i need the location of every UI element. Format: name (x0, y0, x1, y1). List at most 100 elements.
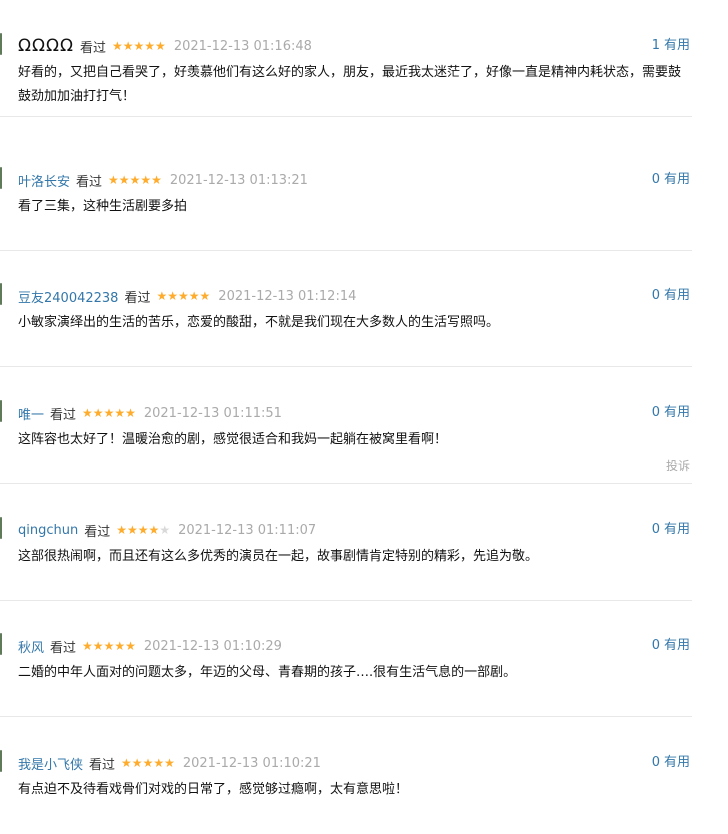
useful-vote[interactable]: 0 有用 (652, 404, 690, 422)
useful-button[interactable]: 有用 (664, 38, 690, 53)
star-icon: ★ (159, 523, 171, 537)
comment-time: 2021-12-13 01:13:21 (169, 172, 308, 188)
avatar-edge (0, 517, 2, 539)
star-icon: ★ (151, 173, 162, 187)
comment-time: 2021-12-13 01:10:21 (182, 755, 321, 771)
comment-time: 2021-12-13 01:11:07 (178, 522, 317, 538)
comment-text: 看了三集，这种生活剧要多拍 (18, 199, 188, 214)
star-icon: ★ (82, 639, 93, 653)
star-icon: ★ (164, 756, 175, 770)
rating-stars: ★ ★ ★ ★ ★ (121, 757, 175, 769)
star-icon: ★ (199, 289, 211, 303)
star-icon: ★ (167, 289, 178, 303)
star-icon: ★ (142, 756, 154, 770)
useful-button[interactable]: 有用 (664, 288, 690, 303)
comment-meta: 叶洛长安 看过 ★ ★ ★ ★ ★ 2021-12-13 01:13:21 (18, 171, 308, 190)
avatar-edge (0, 167, 2, 189)
rating-stars: ★ ★ ★ ★ ★ (108, 174, 162, 186)
watch-status: 看过 (124, 290, 151, 306)
useful-button[interactable]: 有用 (664, 522, 690, 537)
star-icon: ★ (125, 406, 136, 420)
username-link[interactable]: qingchun (18, 523, 78, 538)
vote-count: 0 (651, 288, 660, 303)
vote-count: 0 (651, 522, 660, 537)
useful-vote[interactable]: 0 有用 (652, 171, 690, 189)
watch-status: 看过 (79, 40, 106, 56)
star-icon: ★ (144, 39, 156, 53)
star-icon: ★ (188, 289, 200, 303)
avatar-edge (0, 283, 2, 305)
rating-stars: ★ ★ ★ ★ ★ (82, 407, 136, 419)
vote-count: 1 (651, 38, 660, 53)
star-icon: ★ (127, 523, 138, 537)
comment-text: 有点迫不及待看戏骨们对戏的日常了，感觉够过瘾啊，太有意思啦！ (18, 782, 409, 797)
star-icon: ★ (155, 39, 166, 53)
star-icon: ★ (148, 523, 160, 537)
comment-meta: 我是小飞侠 看过 ★ ★ ★ ★ ★ 2021-12-13 01:10:21 (18, 754, 321, 773)
comment-item: ΩΩΩΩ 看过 ★ ★ ★ ★ ★ 2021-12-13 01:16:48 1 有用 好看的，又把自… (0, 0, 692, 117)
comment-item: 豆友240042238 看过 ★ ★ ★ ★ ★ 2021-12-13 01:12:14 0 有用… (0, 250, 692, 367)
useful-button[interactable]: 有用 (664, 638, 690, 653)
star-icon: ★ (153, 756, 165, 770)
username-link[interactable]: 叶洛长安 (18, 171, 70, 190)
comment-item: 我是小飞侠 看过 ★ ★ ★ ★ ★ 2021-12-13 01:10:21 0 有用 有点迫不及待… (0, 717, 692, 834)
watch-status: 看过 (50, 407, 77, 423)
comment-meta: 豆友240042238 看过 ★ ★ ★ ★ ★ 2021-12-13 01:12:14 (18, 287, 356, 306)
star-icon: ★ (103, 406, 115, 420)
useful-vote[interactable]: 0 有用 (652, 521, 690, 539)
avatar-edge (0, 750, 2, 772)
useful-button[interactable]: 有用 (664, 755, 690, 770)
star-icon: ★ (92, 639, 104, 653)
rating-stars: ★ ★ ★ ★ ★ (112, 40, 166, 52)
useful-button[interactable]: 有用 (664, 172, 690, 187)
watch-status: 看过 (89, 757, 116, 773)
username-link[interactable]: ΩΩΩΩ (18, 36, 74, 56)
username-link[interactable]: 豆友240042238 (18, 287, 118, 306)
star-icon: ★ (125, 639, 136, 653)
avatar-edge (0, 633, 2, 655)
star-icon: ★ (92, 406, 104, 420)
username-link[interactable]: 唯一 (18, 404, 44, 423)
comment-item: 叶洛长安 看过 ★ ★ ★ ★ ★ 2021-12-13 01:13:21 0 有用 看了三集，这种… (0, 134, 692, 251)
comment-item: qingchun 看过 ★ ★ ★ ★ ★ 2021-12-13 01:11:07 0 有用 这部很… (0, 484, 692, 601)
comment-time: 2021-12-13 01:10:29 (143, 638, 282, 654)
watch-status: 看过 (50, 640, 77, 656)
username-link[interactable]: 秋风 (18, 637, 44, 656)
avatar-edge (0, 400, 2, 422)
star-icon: ★ (129, 173, 141, 187)
comment-time: 2021-12-13 01:11:51 (143, 405, 282, 421)
star-icon: ★ (121, 756, 132, 770)
comment-meta: qingchun 看过 ★ ★ ★ ★ ★ 2021-12-13 01:11:07 (18, 521, 317, 540)
comment-text: 这部很热闹啊，而且还有这么多优秀的演员在一起，故事剧情肯定特别的精彩，先追为敬。 (18, 549, 539, 564)
comment-text: 这阵容也太好了！温暖治愈的剧，感觉很适合和我妈一起躺在被窝里看啊！ (18, 432, 448, 447)
rating-stars: ★ ★ ★ ★ ★ (156, 290, 210, 302)
comment-meta: ΩΩΩΩ 看过 ★ ★ ★ ★ ★ 2021-12-13 01:16:48 (18, 36, 312, 56)
vote-count: 0 (651, 172, 660, 187)
comment-item: 秋风 看过 ★ ★ ★ ★ ★ 2021-12-13 01:10:29 0 有用 二婚的中年人面对的… (0, 600, 692, 717)
useful-vote[interactable]: 0 有用 (652, 637, 690, 655)
star-icon: ★ (82, 406, 93, 420)
username-link[interactable]: 我是小飞侠 (18, 754, 83, 773)
comment-time: 2021-12-13 01:16:48 (173, 38, 312, 54)
comment-meta: 唯一 看过 ★ ★ ★ ★ ★ 2021-12-13 01:11:51 (18, 404, 282, 423)
comment-text: 小敏家演绎出的生活的苦乐，恋爱的酸甜，不就是我们现在大多数人的生活写照吗。 (18, 315, 500, 330)
report-button[interactable]: 投诉 (666, 457, 690, 474)
star-icon: ★ (122, 39, 134, 53)
useful-button[interactable]: 有用 (664, 405, 690, 420)
watch-status: 看过 (76, 174, 103, 190)
useful-vote[interactable]: 0 有用 (652, 754, 690, 772)
star-icon: ★ (103, 639, 115, 653)
star-icon: ★ (114, 639, 126, 653)
star-icon: ★ (118, 173, 130, 187)
vote-count: 0 (651, 755, 660, 770)
star-icon: ★ (133, 39, 145, 53)
vote-count: 0 (651, 638, 660, 653)
star-icon: ★ (108, 173, 119, 187)
useful-vote[interactable]: 1 有用 (652, 37, 690, 55)
rating-stars: ★ ★ ★ ★ ★ (116, 524, 170, 536)
star-icon: ★ (131, 756, 143, 770)
star-icon: ★ (140, 173, 152, 187)
rating-stars: ★ ★ ★ ★ ★ (82, 640, 136, 652)
star-icon: ★ (178, 289, 189, 303)
useful-vote[interactable]: 0 有用 (652, 287, 690, 305)
